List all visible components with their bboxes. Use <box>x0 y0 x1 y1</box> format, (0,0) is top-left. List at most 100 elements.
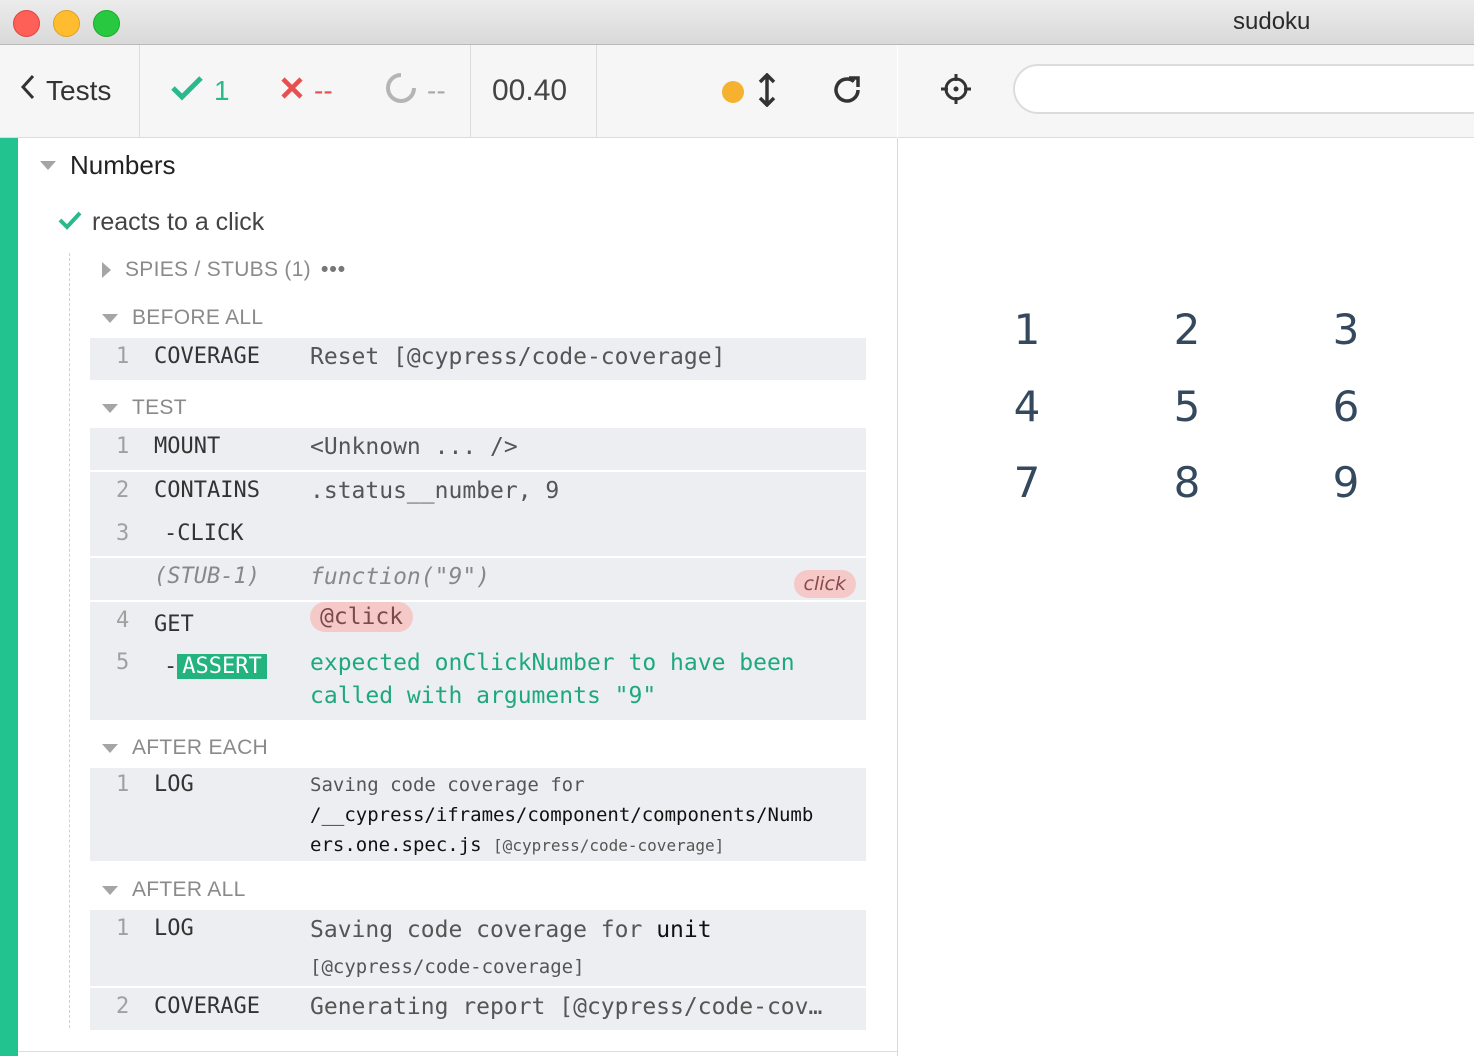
collapse-triangle-icon <box>40 161 56 170</box>
number-cell[interactable]: 7 <box>997 458 1057 507</box>
after-each-hook[interactable]: AFTER EACH <box>102 736 268 760</box>
after-all-hook[interactable]: AFTER ALL <box>102 878 246 902</box>
test-title: reacts to a click <box>92 208 265 236</box>
chevron-left-icon <box>20 74 36 108</box>
command-number: 1 <box>116 434 130 459</box>
assert-message: expected onClickNumber to have been call… <box>310 650 860 716</box>
before-all-commands: 1 COVERAGE Reset [@cypress/code-coverage… <box>90 338 866 380</box>
number-cell[interactable]: 8 <box>1157 458 1217 507</box>
before-all-label: BEFORE ALL <box>132 306 264 329</box>
log-tag: [@cypress/code-coverage] <box>310 956 585 978</box>
command-number: 3 <box>116 521 130 546</box>
command-message: .status__number, 9 <box>310 478 560 504</box>
number-cell[interactable]: 5 <box>1157 382 1217 431</box>
spies-stubs-section[interactable]: SPIES / STUBS (1) ••• <box>102 258 346 282</box>
after-all-commands: 1 LOG Saving code coverage for unit [@cy… <box>90 910 866 1030</box>
log-line: unit <box>656 917 712 943</box>
log-line: Saving code coverage for <box>310 917 643 943</box>
minimize-window-button[interactable] <box>53 10 80 37</box>
spies-stubs-label: SPIES / STUBS (1) <box>125 258 311 281</box>
command-name: (STUB-1) <box>154 564 260 589</box>
command-number: 2 <box>116 478 130 503</box>
command-name: MOUNT <box>154 434 221 459</box>
pending-count-value: -- <box>427 75 446 106</box>
command-message: Saving code coverage for /__cypress/ifra… <box>310 770 860 861</box>
command-number: 1 <box>116 916 130 941</box>
more-icon[interactable]: ••• <box>321 258 346 282</box>
crosshair-icon[interactable] <box>940 73 972 110</box>
window-title: sudoku <box>1233 8 1311 35</box>
passed-count[interactable]: 1 <box>170 45 230 137</box>
command-name: COVERAGE <box>154 994 260 1019</box>
after-each-commands: 1 LOG Saving code coverage for /__cypres… <box>90 768 866 861</box>
assert-badge: ASSERT <box>177 654 267 679</box>
tests-label: Tests <box>46 75 112 106</box>
command-name: CONTAINS <box>154 478 260 503</box>
assert-message-line: expected onClickNumber to have been <box>310 650 795 676</box>
passed-count-value: 1 <box>214 75 230 106</box>
running-dot-icon <box>722 81 744 103</box>
test-commands: 1 MOUNT <Unknown ... /> 2 CONTAINS .stat… <box>90 428 866 720</box>
tests-button[interactable]: Tests <box>20 45 111 137</box>
pending-count[interactable]: -- <box>385 45 446 137</box>
before-all-hook[interactable]: BEFORE ALL <box>102 306 263 330</box>
failed-count[interactable]: -- <box>280 45 333 137</box>
zoom-window-button[interactable] <box>93 10 120 37</box>
command-message: Saving code coverage for unit [@cypress/… <box>310 912 860 985</box>
command-message: <Unknown ... /> <box>310 434 518 460</box>
x-icon <box>280 75 314 107</box>
check-icon <box>170 75 214 108</box>
command-number: 1 <box>116 344 130 369</box>
test-guide-line <box>69 253 70 1028</box>
duration: 00.40 <box>492 74 568 107</box>
command-prefix: - <box>164 654 178 679</box>
number-cell[interactable]: 2 <box>1157 305 1217 354</box>
command-message: Reset [@cypress/code-coverage] <box>310 344 726 370</box>
collapse-triangle-icon <box>102 885 118 895</box>
command-name: - ASSERT <box>164 654 267 679</box>
number-cell[interactable]: 3 <box>1316 305 1376 354</box>
after-all-label: AFTER ALL <box>132 878 246 901</box>
collapse-triangle-icon <box>102 313 118 323</box>
command-number: 5 <box>116 650 130 675</box>
alias-pill: @click <box>310 602 414 632</box>
after-each-label: AFTER EACH <box>132 736 269 759</box>
test-section-label: TEST <box>132 396 187 419</box>
reload-icon[interactable] <box>830 73 864 112</box>
failed-count-value: -- <box>314 75 333 106</box>
number-cell[interactable]: 4 <box>997 382 1057 431</box>
command-message: Generating report [@cypress/code-cov… <box>310 994 823 1020</box>
suite-status-bar <box>0 138 897 1056</box>
suite-title-row[interactable]: Numbers <box>40 150 175 181</box>
command-name: GET <box>154 612 194 637</box>
test-title-row[interactable]: reacts to a click <box>58 208 264 237</box>
command-log: Numbers reacts to a click SPIES / STUBS … <box>0 138 898 1056</box>
log-line: ers.one.spec.js <box>310 834 482 856</box>
number-cell[interactable]: 1 <box>997 305 1057 354</box>
collapse-triangle-icon <box>102 743 118 753</box>
collapse-triangle-icon <box>102 403 118 413</box>
suite-title: Numbers <box>70 150 176 180</box>
log-line: Saving code coverage for <box>310 774 585 796</box>
command-number: 4 <box>116 608 130 633</box>
scroll-arrows-icon[interactable] <box>757 72 777 112</box>
command-number: 1 <box>116 772 130 797</box>
command-name: LOG <box>154 916 194 941</box>
number-cell[interactable]: 9 <box>1316 458 1376 507</box>
check-icon <box>58 208 92 237</box>
expand-triangle-icon <box>102 262 111 278</box>
alias-badge: click <box>793 570 856 598</box>
url-input[interactable] <box>1013 64 1474 114</box>
number-cell[interactable]: 6 <box>1316 382 1376 431</box>
command-name: LOG <box>154 772 194 797</box>
window-titlebar: sudoku <box>0 0 1474 45</box>
spinner-icon <box>385 72 427 111</box>
command-name: COVERAGE <box>154 344 260 369</box>
test-body-section[interactable]: TEST <box>102 396 187 420</box>
close-window-button[interactable] <box>13 10 40 37</box>
command-number: 2 <box>116 994 130 1019</box>
command-name: -CLICK <box>164 521 244 546</box>
assert-message-line: called with arguments "9" <box>310 683 657 709</box>
command-message: function("9") <box>310 564 491 590</box>
log-tag: [@cypress/code-coverage] <box>493 836 725 855</box>
